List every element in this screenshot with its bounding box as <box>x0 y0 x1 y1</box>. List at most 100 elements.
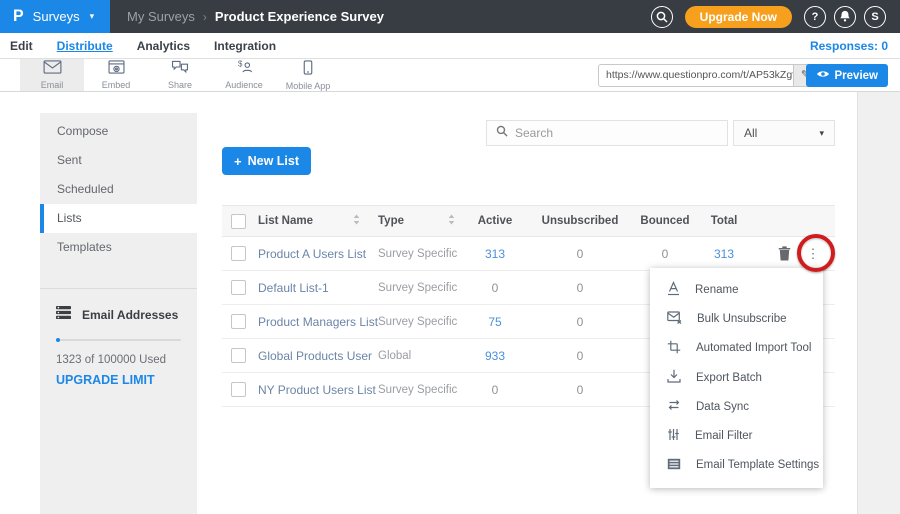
mobile-app-icon <box>303 60 313 80</box>
upgrade-now-button[interactable]: Upgrade Now <box>685 6 792 28</box>
responses-count[interactable]: Responses: 0 <box>810 39 888 53</box>
survey-nav-tabs: Edit Distribute Analytics Integration Re… <box>0 33 900 59</box>
sidebar-item-scheduled[interactable]: Scheduled <box>40 175 197 204</box>
table-header-row: List Name Type Active Unsubscribed Bounc… <box>222 205 835 237</box>
automated-import-icon <box>667 340 681 357</box>
chevron-down-icon: ▾ <box>819 128 824 139</box>
channel-email[interactable]: Email <box>20 59 84 91</box>
row-checkbox[interactable] <box>231 348 246 363</box>
sidebar-item-lists[interactable]: Lists <box>40 204 197 233</box>
product-switcher[interactable]: P Surveys ▾ <box>0 0 110 33</box>
upgrade-limit-link[interactable]: UPGRADE LIMIT <box>56 373 181 387</box>
total-count[interactable]: 313 <box>695 247 753 261</box>
search-input[interactable] <box>515 126 718 140</box>
channel-audience[interactable]: $ Audience <box>212 59 276 91</box>
select-all-checkbox[interactable] <box>231 214 246 229</box>
sort-icon[interactable] <box>353 214 360 228</box>
tab-edit[interactable]: Edit <box>10 39 33 53</box>
active-count[interactable]: 0 <box>465 281 525 295</box>
menu-item-data-sync[interactable]: Data Sync <box>650 392 823 421</box>
tab-distribute[interactable]: Distribute <box>57 39 113 53</box>
channel-embed[interactable]: Embed <box>84 59 148 91</box>
sidebar-item-sent[interactable]: Sent <box>40 146 197 175</box>
sort-icon[interactable] <box>448 214 455 228</box>
sidebar-item-templates[interactable]: Templates <box>40 233 197 262</box>
active-count[interactable]: 933 <box>465 349 525 363</box>
breadcrumb-my-surveys[interactable]: My Surveys <box>127 9 195 24</box>
tab-analytics[interactable]: Analytics <box>137 39 190 53</box>
header-list-name[interactable]: List Name <box>258 214 370 228</box>
list-stack-icon <box>56 306 71 324</box>
data-sync-icon <box>667 399 681 414</box>
email-addresses-header: Email Addresses <box>56 306 181 324</box>
help-button[interactable]: ? <box>804 6 826 28</box>
list-name-link[interactable]: Global Products User <box>258 349 370 363</box>
bounced-count: 0 <box>635 247 695 261</box>
unsubscribed-count: 0 <box>525 315 635 329</box>
delete-trash-icon[interactable] <box>778 246 791 261</box>
menu-item-export-batch[interactable]: Export Batch <box>650 363 823 392</box>
list-type: Survey Specific <box>370 316 465 328</box>
active-count[interactable]: 75 <box>465 315 525 329</box>
email-usage-text: 1323 of 100000 Used <box>56 354 181 366</box>
search-icon <box>496 124 508 142</box>
email-sidebar: Compose Sent Scheduled Lists Templates E… <box>40 113 197 514</box>
notifications-bell-icon[interactable] <box>834 6 856 28</box>
top-header-bar: P Surveys ▾ My Surveys › Product Experie… <box>0 0 900 33</box>
preview-label: Preview <box>835 70 878 82</box>
email-filter-icon <box>667 428 680 444</box>
channel-label: Share <box>168 80 192 90</box>
email-addresses-panel: Email Addresses 1323 of 100000 Used UPGR… <box>40 289 197 387</box>
menu-item-email-template-settings[interactable]: Email Template Settings <box>650 451 823 480</box>
unsubscribed-count: 0 <box>525 281 635 295</box>
new-list-button[interactable]: + New List <box>222 147 311 175</box>
sidebar-nav: Compose Sent Scheduled Lists Templates <box>40 113 197 262</box>
list-name-link[interactable]: Default List-1 <box>258 281 370 295</box>
list-type: Survey Specific <box>370 282 465 294</box>
menu-item-automated-import-tool[interactable]: Automated Import Tool <box>650 334 823 363</box>
header-type[interactable]: Type <box>370 214 465 228</box>
menu-item-bulk-unsubscribe[interactable]: Bulk Unsubscribe <box>650 304 823 333</box>
search-icon[interactable] <box>651 6 673 28</box>
channel-label: Mobile App <box>286 81 331 91</box>
row-checkbox[interactable] <box>231 280 246 295</box>
list-name-link[interactable]: Product Managers List <box>258 315 370 329</box>
survey-title: Product Experience Survey <box>215 9 384 24</box>
user-avatar[interactable]: S <box>864 6 886 28</box>
header-total: Total <box>695 215 753 227</box>
unsubscribed-count: 0 <box>525 383 635 397</box>
list-type-filter-dropdown[interactable]: All ▾ <box>733 120 835 146</box>
audience-icon: $ <box>235 60 254 79</box>
survey-url-value[interactable]: https://www.questionpro.com/t/AP53kZgfo <box>599 65 793 86</box>
breadcrumb-separator: › <box>203 10 207 24</box>
menu-item-email-filter[interactable]: Email Filter <box>650 421 823 450</box>
list-name-link[interactable]: Product A Users List <box>258 247 370 261</box>
list-type: Survey Specific <box>370 384 465 396</box>
annotation-highlight-circle <box>797 234 835 272</box>
channel-share[interactable]: Share <box>148 59 212 91</box>
header-bounced: Bounced <box>635 215 695 227</box>
table-row: Product A Users List Survey Specific 313… <box>222 237 835 271</box>
row-checkbox[interactable] <box>231 314 246 329</box>
eye-icon <box>816 69 830 82</box>
menu-item-rename[interactable]: Rename <box>650 275 823 304</box>
email-usage-progress-bar <box>56 339 181 341</box>
row-checkbox[interactable] <box>231 246 246 261</box>
list-search-box <box>486 120 728 146</box>
topbar-actions: Upgrade Now ? S <box>651 6 900 28</box>
row-checkbox[interactable] <box>231 382 246 397</box>
list-name-link[interactable]: NY Product Users List <box>258 383 370 397</box>
active-count[interactable]: 0 <box>465 383 525 397</box>
preview-button[interactable]: Preview <box>806 64 888 87</box>
tab-integration[interactable]: Integration <box>214 39 276 53</box>
email-addresses-title: Email Addresses <box>82 308 178 322</box>
sidebar-item-compose[interactable]: Compose <box>40 117 197 146</box>
channel-mobile-app[interactable]: Mobile App <box>276 59 340 91</box>
channel-label: Embed <box>102 80 131 90</box>
breadcrumb: My Surveys › Product Experience Survey <box>127 9 384 24</box>
channel-label: Audience <box>225 80 263 90</box>
email-usage-progress-fill <box>56 338 60 342</box>
list-type: Survey Specific <box>370 248 465 260</box>
active-count[interactable]: 313 <box>465 247 525 261</box>
channel-list: Email Embed Share $ Audience Mobile App <box>20 59 340 91</box>
